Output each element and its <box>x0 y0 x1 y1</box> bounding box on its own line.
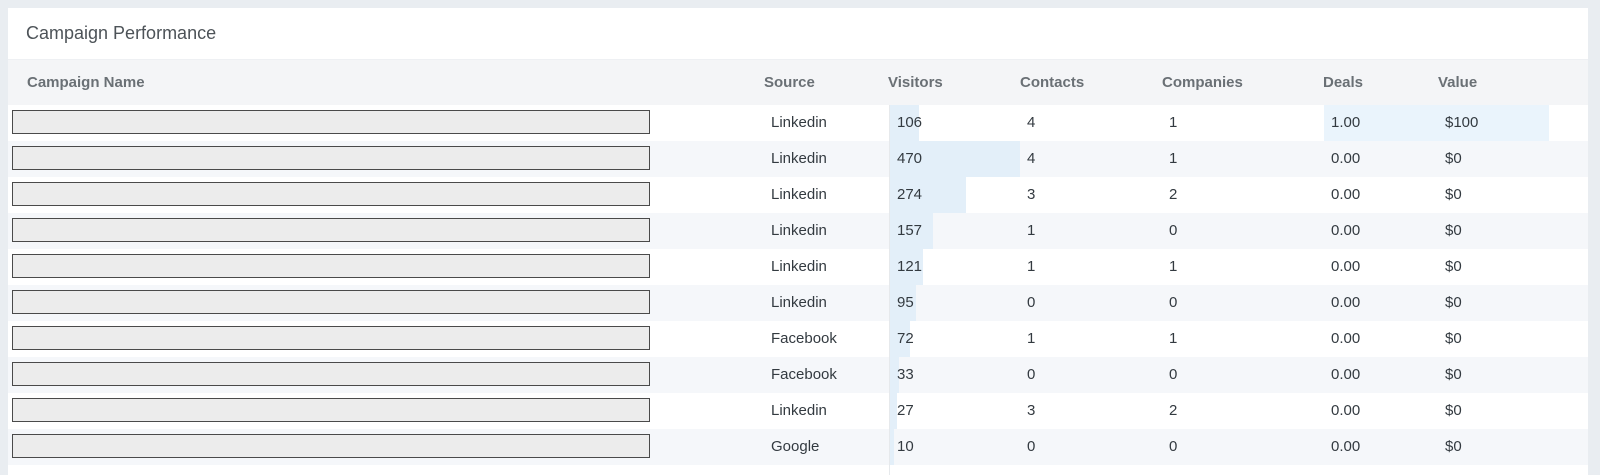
visitors-bar <box>890 393 897 429</box>
visitors-cell: 157 <box>897 222 923 239</box>
source-cell: Linkedin <box>771 222 827 239</box>
companies-cell: 1 <box>1169 258 1178 275</box>
value-cell: $0 <box>1445 186 1462 203</box>
deals-cell: 0.00 <box>1331 294 1361 311</box>
column-divider <box>889 105 890 475</box>
deals-cell: 0.00 <box>1331 150 1361 167</box>
contacts-cell: 1 <box>1027 222 1036 239</box>
value-cell: $0 <box>1445 150 1462 167</box>
companies-cell: 1 <box>1169 330 1178 347</box>
campaign-name-redacted[interactable] <box>12 434 650 458</box>
table-row[interactable]: Linkedin 121 1 1 0.00 $0 <box>8 249 1588 285</box>
table-row[interactable]: Linkedin 470 4 1 0.00 $0 <box>8 141 1588 177</box>
contacts-cell: 0 <box>1027 438 1036 455</box>
source-cell: Linkedin <box>771 294 827 311</box>
table-header: Campaign Name Source Visitors Contacts C… <box>8 60 1588 105</box>
contacts-cell: 1 <box>1027 258 1036 275</box>
column-header-companies[interactable]: Companies <box>1162 60 1243 105</box>
contacts-cell: 1 <box>1027 330 1036 347</box>
campaign-name-redacted[interactable] <box>12 254 650 278</box>
column-header-deals[interactable]: Deals <box>1323 60 1363 105</box>
companies-cell: 0 <box>1169 294 1178 311</box>
table-row[interactable]: Linkedin 27 3 2 0.00 $0 <box>8 393 1588 429</box>
value-cell: $100 <box>1445 114 1479 131</box>
visitors-cell: 106 <box>897 114 923 131</box>
deals-cell: 0.00 <box>1331 366 1361 383</box>
deals-cell: 1.00 <box>1331 114 1361 131</box>
value-cell: $0 <box>1445 258 1462 275</box>
column-header-visitors[interactable]: Visitors <box>888 60 943 105</box>
contacts-cell: 0 <box>1027 294 1036 311</box>
deals-cell: 0.00 <box>1331 330 1361 347</box>
companies-cell: 2 <box>1169 402 1178 419</box>
companies-cell: 0 <box>1169 438 1178 455</box>
contacts-cell: 3 <box>1027 186 1036 203</box>
source-cell: Facebook <box>771 366 837 383</box>
value-cell: $0 <box>1445 438 1462 455</box>
table-row[interactable]: Linkedin 95 0 0 0.00 $0 <box>8 285 1588 321</box>
campaign-name-redacted[interactable] <box>12 326 650 350</box>
source-cell: Linkedin <box>771 186 827 203</box>
source-cell: Linkedin <box>771 150 827 167</box>
deals-cell: 0.00 <box>1331 186 1361 203</box>
visitors-cell: 274 <box>897 186 923 203</box>
contacts-cell: 0 <box>1027 366 1036 383</box>
contacts-cell: 4 <box>1027 114 1036 131</box>
value-cell: $0 <box>1445 294 1462 311</box>
campaign-name-redacted[interactable] <box>12 218 650 242</box>
table-row[interactable]: Facebook 72 1 1 0.00 $0 <box>8 321 1588 357</box>
table-row[interactable]: Linkedin 157 1 0 0.00 $0 <box>8 213 1588 249</box>
source-cell: Linkedin <box>771 402 827 419</box>
deals-cell: 0.00 <box>1331 258 1361 275</box>
companies-cell: 0 <box>1169 222 1178 239</box>
campaign-name-redacted[interactable] <box>12 110 650 134</box>
visitors-cell: 10 <box>897 438 914 455</box>
table-row[interactable]: Google 10 0 0 0.00 $0 <box>8 429 1588 465</box>
table-row[interactable]: Facebook 33 0 0 0.00 $0 <box>8 357 1588 393</box>
source-cell: Linkedin <box>771 258 827 275</box>
value-cell: $0 <box>1445 330 1462 347</box>
visitors-cell: 27 <box>897 402 914 419</box>
source-cell: Linkedin <box>771 114 827 131</box>
campaign-name-redacted[interactable] <box>12 362 650 386</box>
column-header-campaign-name[interactable]: Campaign Name <box>27 60 145 105</box>
deals-cell: 0.00 <box>1331 402 1361 419</box>
campaign-name-redacted[interactable] <box>12 182 650 206</box>
visitors-cell: 33 <box>897 366 914 383</box>
visitors-cell: 72 <box>897 330 914 347</box>
deals-cell: 0.00 <box>1331 222 1361 239</box>
campaign-performance-panel: Campaign Performance Campaign Name Sourc… <box>8 8 1588 475</box>
table-row[interactable]: Linkedin 274 3 2 0.00 $0 <box>8 177 1588 213</box>
visitors-cell: 470 <box>897 150 923 167</box>
companies-cell: 0 <box>1169 366 1178 383</box>
panel-title: Campaign Performance <box>8 8 1588 60</box>
visitors-cell: 95 <box>897 294 914 311</box>
table-row[interactable]: Linkedin 106 4 1 1.00 $100 <box>8 105 1588 141</box>
visitors-bar <box>890 429 894 465</box>
value-cell: $0 <box>1445 222 1462 239</box>
campaign-name-redacted[interactable] <box>12 398 650 422</box>
contacts-cell: 3 <box>1027 402 1036 419</box>
companies-cell: 2 <box>1169 186 1178 203</box>
companies-cell: 1 <box>1169 150 1178 167</box>
contacts-cell: 4 <box>1027 150 1036 167</box>
value-cell: $0 <box>1445 366 1462 383</box>
source-cell: Google <box>771 438 820 455</box>
table-body: Linkedin 106 4 1 1.00 $100 Linkedin 470 4 1 0.00 $0… <box>8 105 1588 465</box>
visitors-cell: 121 <box>897 258 923 275</box>
source-cell: Facebook <box>771 330 837 347</box>
column-header-value[interactable]: Value <box>1438 60 1477 105</box>
column-header-source[interactable]: Source <box>764 60 815 105</box>
deals-cell: 0.00 <box>1331 438 1361 455</box>
companies-cell: 1 <box>1169 114 1178 131</box>
campaign-name-redacted[interactable] <box>12 146 650 170</box>
column-header-contacts[interactable]: Contacts <box>1020 60 1084 105</box>
campaign-name-redacted[interactable] <box>12 290 650 314</box>
value-cell: $0 <box>1445 402 1462 419</box>
